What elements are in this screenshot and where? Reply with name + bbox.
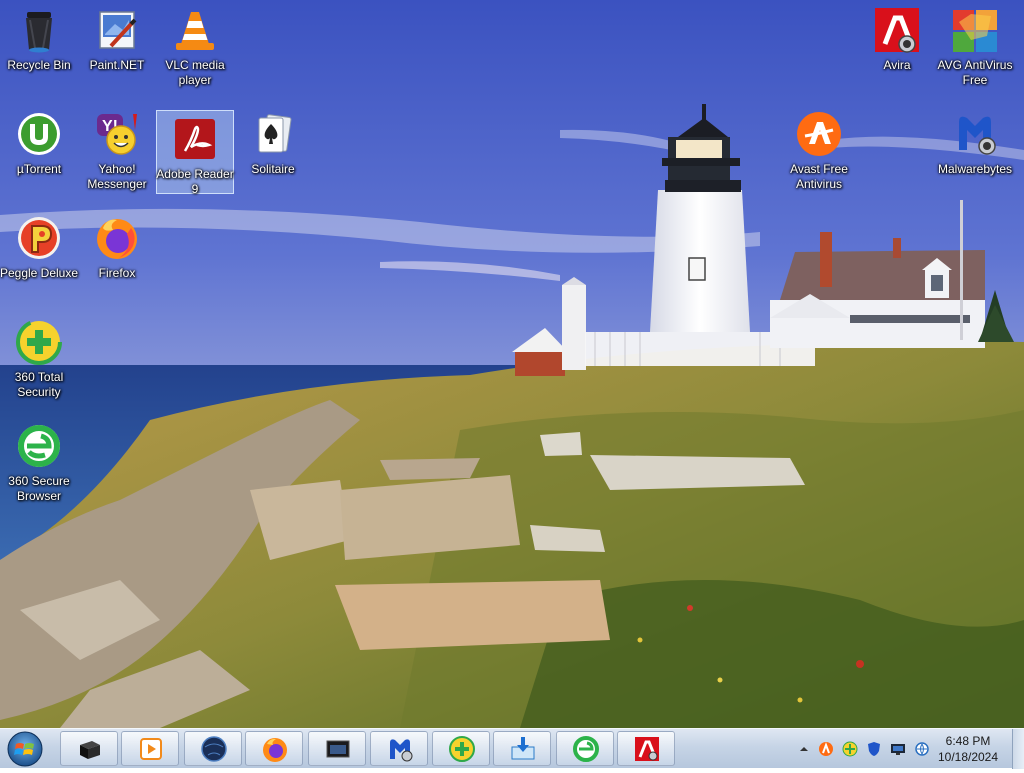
chevron-up-icon — [800, 747, 808, 751]
desktop-icon-firefox[interactable]: Firefox — [78, 210, 156, 294]
yahoo-messenger-icon: Y! — [93, 110, 141, 158]
desktop-icon-adobe-reader[interactable]: Adobe Reader 9 — [156, 110, 234, 196]
desktop-icon-label: 360 Secure Browser — [8, 474, 70, 503]
malwarebytes-icon — [951, 110, 999, 158]
avast-tray-icon — [819, 742, 833, 756]
avast-icon — [795, 110, 843, 158]
taskbar-pinned-globe[interactable] — [184, 731, 242, 766]
desktop-icon-label: Malwarebytes — [937, 162, 1013, 176]
avg-antivirus-icon — [951, 6, 999, 54]
360-tray-icon — [842, 741, 858, 757]
desktop-icon-malwarebytes[interactable]: Malwarebytes — [936, 106, 1014, 190]
malwarebytes-icon — [390, 739, 413, 762]
firefox-icon — [93, 214, 141, 262]
taskbar-pinned-malwarebytes[interactable] — [370, 731, 428, 766]
desktop-icon-label: Avast Free Antivirus — [790, 162, 848, 191]
desktop-icon-label: Solitaire — [251, 162, 295, 176]
avira-icon — [635, 737, 659, 761]
desktop-icon-label: µTorrent — [16, 162, 62, 176]
show-hidden-icons-button[interactable] — [796, 741, 812, 757]
360-total-security-icon — [15, 318, 63, 366]
desktop-icon-vlc[interactable]: VLC media player — [156, 2, 234, 87]
clock[interactable]: 6:48 PM 10/18/2024 — [932, 733, 1004, 765]
vlc-cone-icon — [171, 6, 219, 54]
taskbar: 6:48 PM 10/18/2024 — [0, 728, 1024, 769]
desktop-icon-label: Avira — [883, 58, 911, 72]
download-monitor-icon — [511, 737, 535, 760]
clock-time: 6:48 PM — [945, 734, 991, 748]
recycle-bin-icon — [15, 6, 63, 54]
paint-net-icon — [93, 6, 141, 54]
desktop-icon-label: VLC media player — [165, 58, 225, 87]
network-tray-icon — [915, 742, 929, 756]
shield-tray-icon — [868, 742, 880, 756]
tray-avast[interactable] — [818, 741, 834, 757]
360-secure-browser-icon — [573, 736, 599, 762]
desktop-icon-label: Yahoo! Messenger — [87, 162, 147, 191]
desktop-icon-label: AVG AntiVirus Free — [937, 58, 1013, 87]
taskbar-pinned-360-secure-browser[interactable] — [556, 731, 614, 766]
tray-network[interactable] — [914, 741, 930, 757]
solitaire-cards-icon — [249, 110, 297, 158]
start-button[interactable] — [4, 730, 46, 768]
desktop-icon-360-total-security[interactable]: 360 Total Security — [0, 314, 78, 399]
globe-app-icon — [201, 736, 227, 762]
clock-date: 10/18/2024 — [937, 750, 999, 764]
tray-shield[interactable] — [866, 741, 882, 757]
taskbar-pinned-black-box[interactable] — [60, 731, 118, 766]
desktop-icon-avg[interactable]: AVG AntiVirus Free — [936, 2, 1014, 87]
desktop-icon-utorrent[interactable]: µTorrent — [0, 106, 78, 190]
360-total-security-icon — [449, 736, 475, 762]
desktop-icon-solitaire[interactable]: Solitaire — [234, 106, 312, 190]
adobe-reader-icon — [171, 115, 219, 163]
avira-icon — [873, 6, 921, 54]
system-tray: 6:48 PM 10/18/2024 — [792, 729, 1024, 769]
window-app-icon — [326, 740, 350, 758]
firefox-icon — [263, 738, 287, 762]
360-secure-browser-icon — [15, 422, 63, 470]
desktop-icon-label: Adobe Reader 9 — [156, 167, 234, 196]
tray-monitor[interactable] — [890, 741, 906, 757]
media-player-icon — [140, 738, 162, 760]
desktop-icon-label: Peggle Deluxe — [0, 266, 79, 280]
windows-logo-icon — [7, 731, 43, 767]
utorrent-icon — [15, 110, 63, 158]
monitor-tray-icon — [891, 744, 905, 755]
show-desktop-button[interactable] — [1012, 729, 1024, 769]
taskbar-pinned-download-monitor[interactable] — [493, 731, 551, 766]
desktop-icon-avast[interactable]: Avast Free Antivirus — [780, 106, 858, 191]
desktop-icon-recycle-bin[interactable]: Recycle Bin — [0, 2, 78, 86]
desktop-icon-label: Paint.NET — [89, 58, 145, 72]
taskbar-pinned-firefox[interactable] — [245, 731, 303, 766]
desktop-icon-label: Recycle Bin — [7, 58, 71, 72]
desktop-icon-yahoo-messenger[interactable]: Y! Yahoo! Messenger — [78, 106, 156, 191]
desktop-icon-label: 360 Total Security — [14, 370, 64, 399]
desktop-icon-360-secure-browser[interactable]: 360 Secure Browser — [0, 418, 78, 503]
desktop-icon-label: Firefox — [98, 266, 136, 280]
desktop-icon-avira[interactable]: Avira — [858, 2, 936, 86]
peggle-icon — [15, 214, 63, 262]
taskbar-pinned-window-app[interactable] — [308, 731, 366, 766]
taskbar-pinned-media-player[interactable] — [121, 731, 179, 766]
taskbar-pinned-360-total-security[interactable] — [432, 731, 490, 766]
taskbar-pinned-avira[interactable] — [617, 731, 675, 766]
desktop-icon-paint-net[interactable]: Paint.NET — [78, 2, 156, 86]
tray-360[interactable] — [842, 741, 858, 757]
desktop-icon-peggle[interactable]: Peggle Deluxe — [0, 210, 78, 294]
black-box-app-icon — [80, 741, 100, 759]
